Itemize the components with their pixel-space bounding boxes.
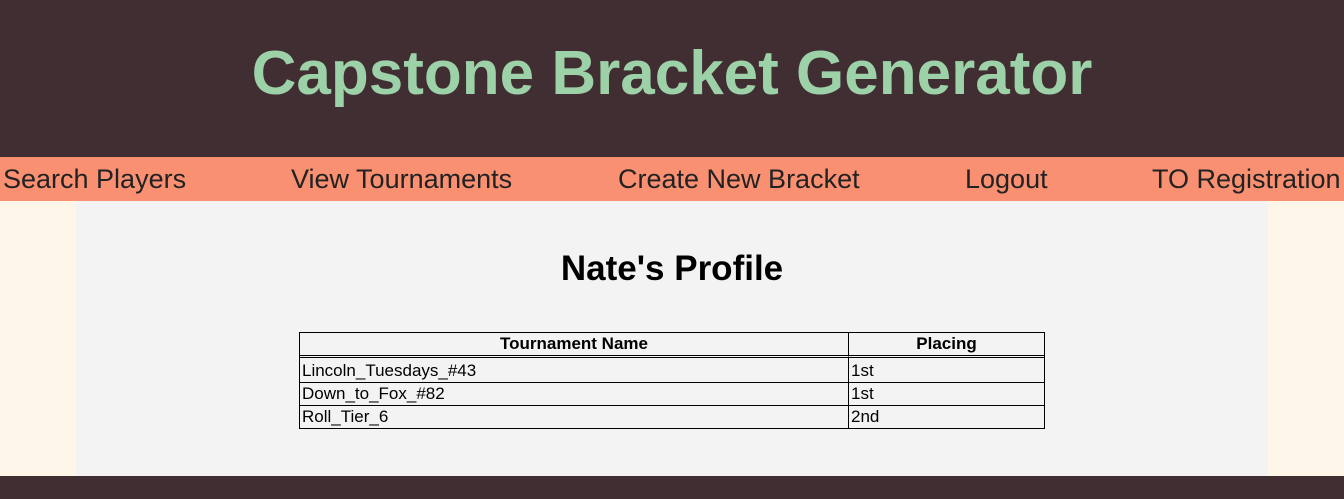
table-row: Roll_Tier_6 2nd <box>300 405 1044 428</box>
nav-to-registration[interactable]: TO Registration <box>1152 157 1341 201</box>
table-header-row: Tournament Name Placing <box>300 333 1044 358</box>
nav-search-players[interactable]: Search Players <box>3 157 186 201</box>
tournament-results-table: Tournament Name Placing Lincoln_Tuesdays… <box>299 332 1045 429</box>
nav-create-new-bracket[interactable]: Create New Bracket <box>618 157 860 201</box>
tournament-name-cell: Lincoln_Tuesdays_#43 <box>300 358 849 382</box>
site-footer <box>0 476 1344 499</box>
site-header: Capstone Bracket Generator <box>0 0 1344 157</box>
tournament-name-cell: Roll_Tier_6 <box>300 405 849 428</box>
site-title: Capstone Bracket Generator <box>251 39 1093 108</box>
navbar: Search Players View Tournaments Create N… <box>0 157 1344 201</box>
column-header-placing: Placing <box>849 333 1044 358</box>
table-row: Lincoln_Tuesdays_#43 1st <box>300 358 1044 382</box>
tournament-name-cell: Down_to_Fox_#82 <box>300 382 849 405</box>
main-content: Nate's Profile Tournament Name Placing L… <box>76 201 1268 476</box>
placing-cell: 2nd <box>849 405 1044 428</box>
placing-cell: 1st <box>851 361 874 380</box>
nav-view-tournaments[interactable]: View Tournaments <box>291 157 512 201</box>
column-header-tournament-name: Tournament Name <box>300 333 849 358</box>
profile-title: Nate's Profile <box>560 249 784 288</box>
table-row: Down_to_Fox_#82 1st <box>300 382 1044 405</box>
nav-logout[interactable]: Logout <box>965 157 1048 201</box>
placing-cell: 1st <box>849 382 1044 405</box>
